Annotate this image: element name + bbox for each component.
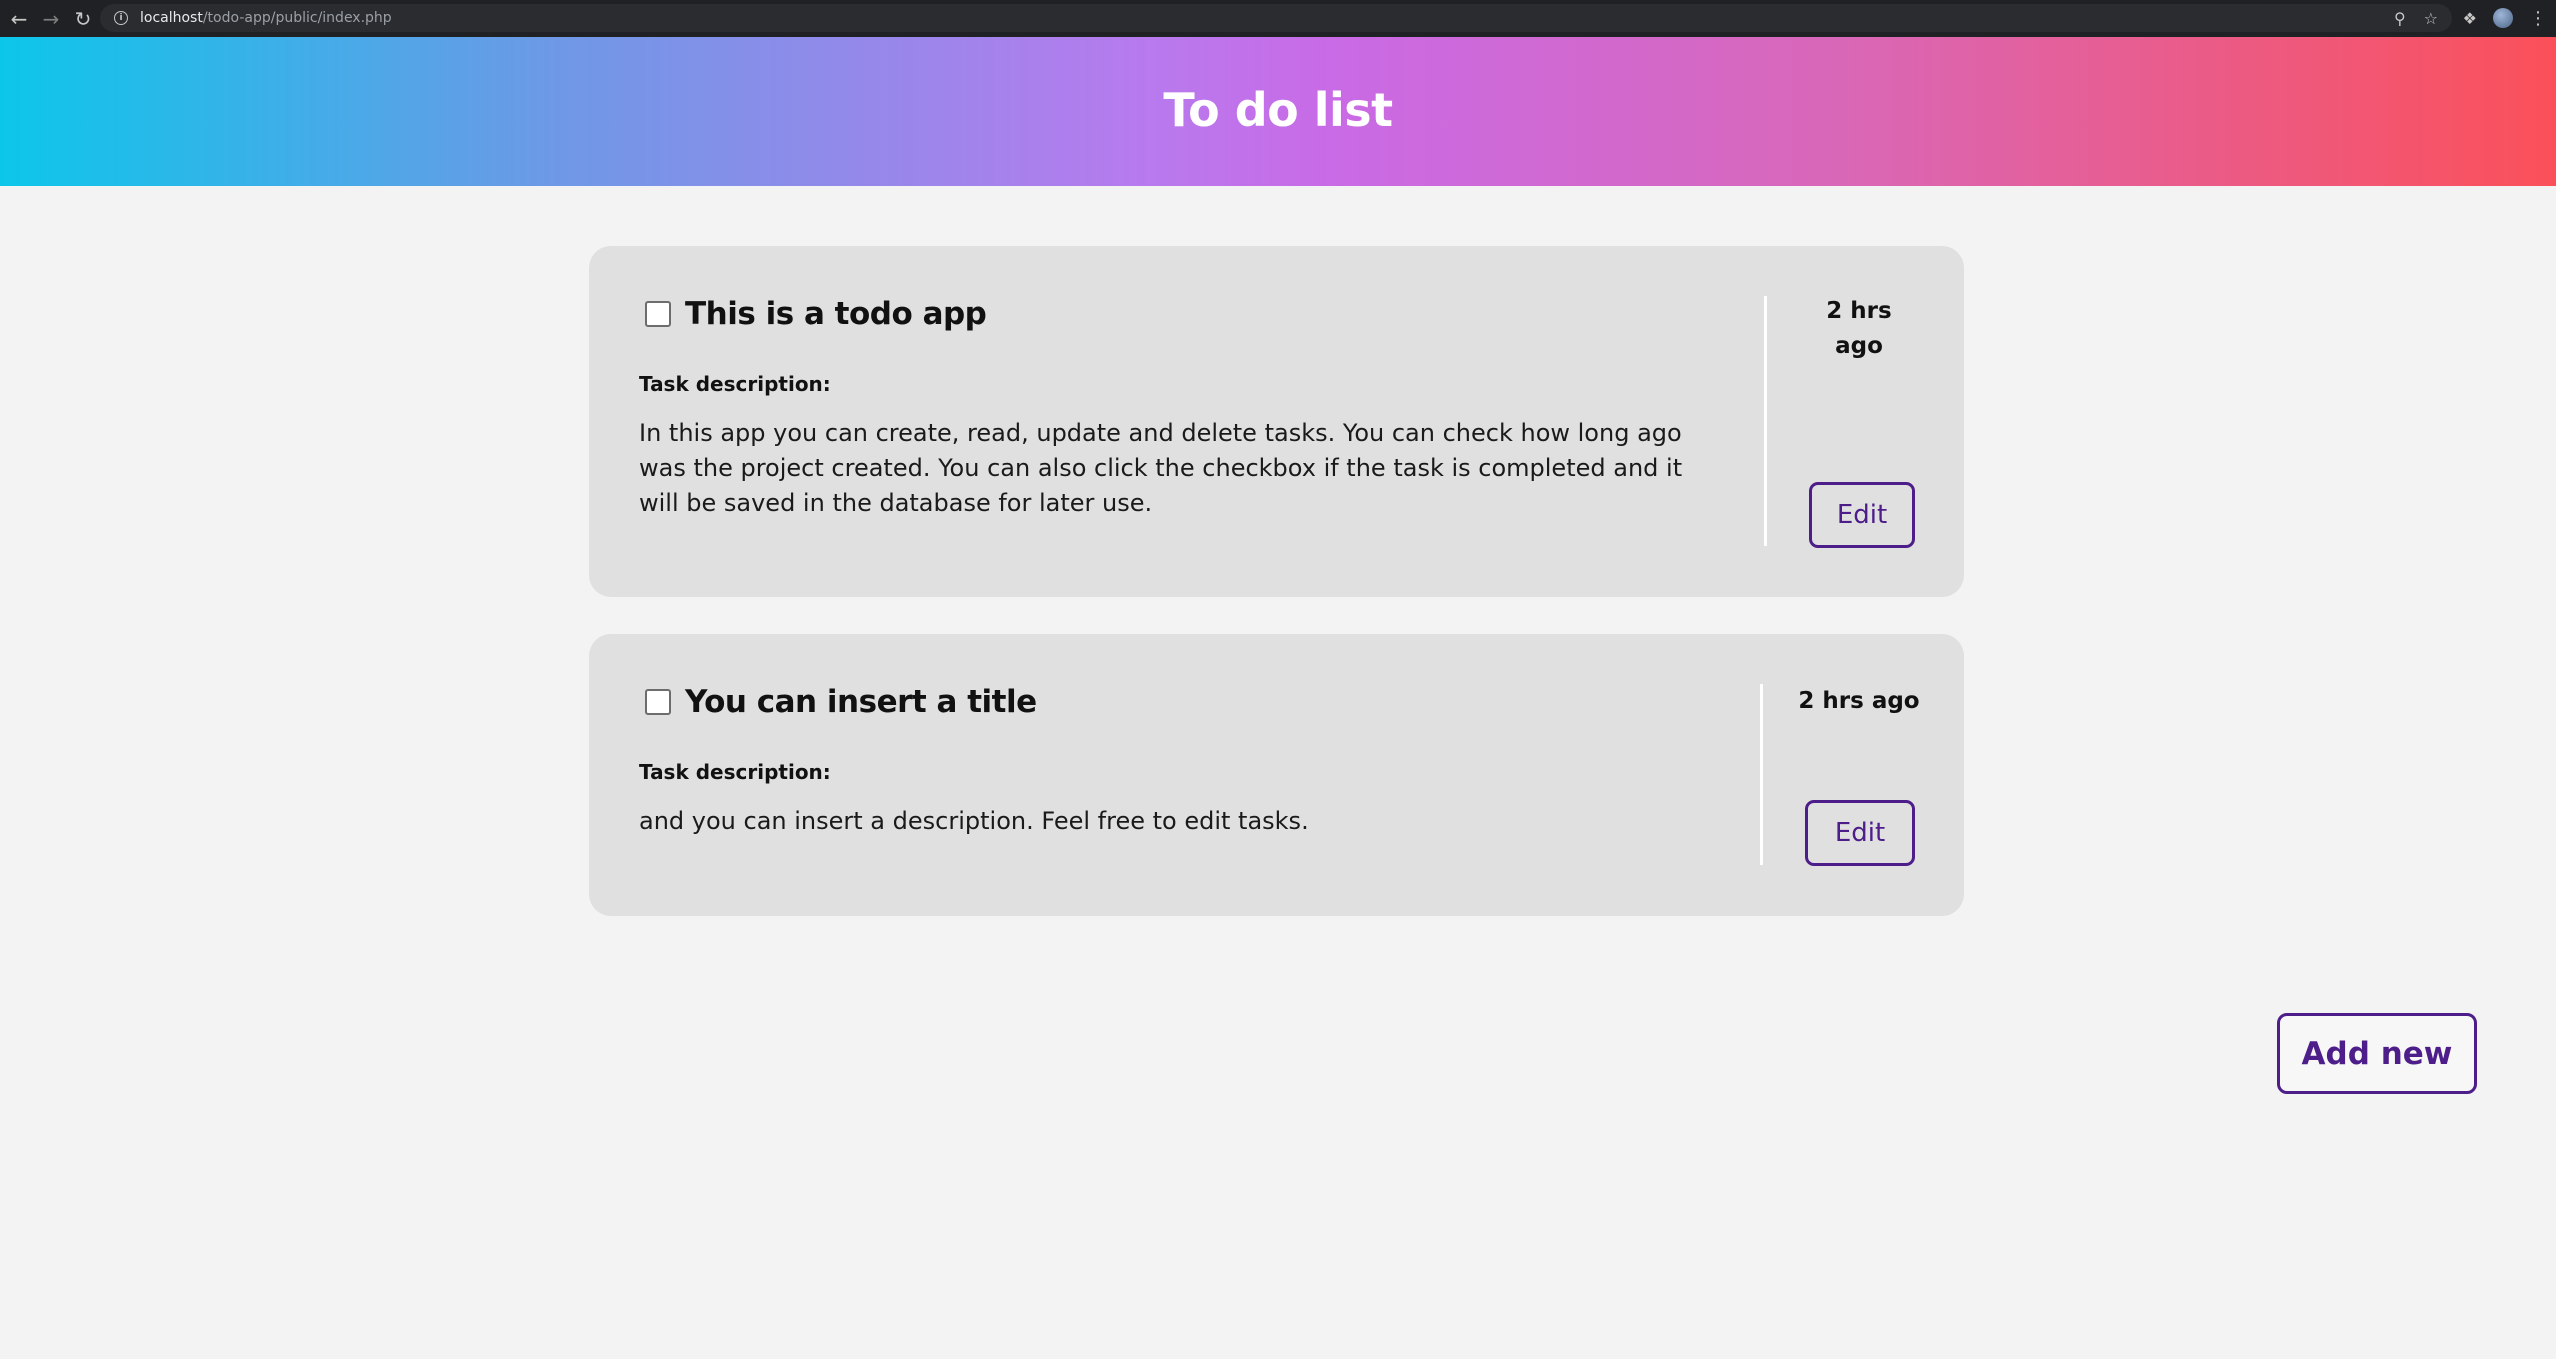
task-time-ago: 2 hrs ago <box>1798 688 1920 714</box>
url-host: localhost <box>140 10 203 26</box>
task-title-row: You can insert a title <box>639 684 1709 720</box>
reload-icon[interactable]: ↻ <box>70 6 96 32</box>
task-card: You can insert a title Task description:… <box>589 634 1964 916</box>
task-complete-checkbox[interactable] <box>645 689 671 715</box>
card-divider <box>1760 684 1763 865</box>
task-description: In this app you can create, read, update… <box>639 419 1683 517</box>
task-card: This is a todo app Task description: In … <box>589 246 1964 597</box>
url-path: /todo-app/public/index.php <box>202 10 392 26</box>
back-arrow-icon[interactable]: ← <box>6 6 32 32</box>
task-description-label: Task description: <box>639 760 831 784</box>
task-title: This is a todo app <box>685 296 987 332</box>
bookmark-star-icon[interactable]: ☆ <box>2424 9 2438 28</box>
task-title-row: This is a todo app <box>639 296 1709 332</box>
page-header: To do list <box>0 37 2556 186</box>
task-time-ago: 2 hrs ago <box>1826 298 1892 359</box>
add-new-task-button[interactable]: Add new <box>2277 1013 2477 1094</box>
zoom-icon[interactable]: ⚲ <box>2394 9 2406 28</box>
address-bar[interactable]: i localhost/todo-app/public/index.php ⚲ … <box>100 4 2452 32</box>
task-description: and you can insert a description. Feel f… <box>639 807 1309 835</box>
profile-avatar[interactable] <box>2493 8 2513 28</box>
task-title: You can insert a title <box>685 684 1037 720</box>
browser-toolbar: ← → ↻ i localhost/todo-app/public/index.… <box>0 0 2556 37</box>
task-complete-checkbox[interactable] <box>645 301 671 327</box>
task-content: This is a todo app Task description: In … <box>639 296 1709 521</box>
edit-task-button[interactable]: Edit <box>1805 800 1915 866</box>
address-url[interactable]: localhost/todo-app/public/index.php <box>140 10 392 26</box>
task-description-label: Task description: <box>639 372 831 396</box>
page-title: To do list <box>1163 82 1393 137</box>
task-content: You can insert a title Task description:… <box>639 684 1709 839</box>
card-divider <box>1764 296 1767 546</box>
forward-arrow-icon[interactable]: → <box>38 6 64 32</box>
more-menu-icon[interactable]: ⋮ <box>2529 8 2547 29</box>
edit-task-button[interactable]: Edit <box>1809 482 1915 548</box>
extensions-puzzle-icon[interactable]: ❖ <box>2463 9 2477 28</box>
site-info-icon[interactable]: i <box>114 11 128 25</box>
